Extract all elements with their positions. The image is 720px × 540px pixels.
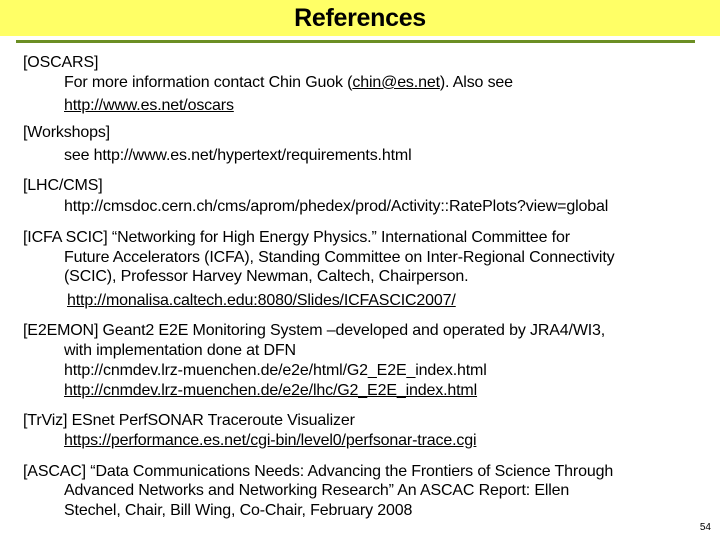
ref-icfa-line2: Future Accelerators (ICFA), Standing Com… [64, 249, 615, 266]
slide-title: References [294, 4, 426, 32]
ref-oscars-contact-post: ). Also see [439, 74, 513, 91]
title-divider [16, 40, 695, 43]
ref-ascac-line1: [ASCAC] “Data Communications Needs: Adva… [23, 463, 614, 480]
ref-lhc-tag: [LHC/CMS] [23, 177, 103, 194]
ref-oscars-url-link[interactable]: http://www.es.net/oscars [64, 96, 234, 116]
ref-icfa-line1: [ICFA SCIC] “Networking for High Energy … [23, 229, 570, 246]
ref-icfa-line3: (SCIC), Professor Harvey Newman, Caltech… [64, 268, 469, 285]
ref-icfa-url-link[interactable]: http://monalisa.caltech.edu:8080/Slides/… [67, 291, 456, 311]
ref-e2emon-url1: http://cnmdev.lrz-muenchen.de/e2e/html/G… [64, 362, 487, 379]
ref-e2emon-line2: with implementation done at DFN [64, 342, 296, 359]
ref-trviz-line1: [TrViz] ESnet PerfSONAR Traceroute Visua… [23, 412, 355, 429]
ref-workshops-text: see http://www.es.net/hypertext/requirem… [64, 147, 412, 164]
ref-trviz-url-link[interactable]: https://performance.es.net/cgi-bin/level… [64, 431, 477, 451]
ref-oscars-contact: For more information contact Chin Guok (… [64, 73, 513, 93]
page-number: 54 [699, 522, 711, 533]
ref-oscars-contact-pre: For more information contact Chin Guok ( [64, 74, 353, 91]
ref-oscars-email-link[interactable]: chin@es.net [352, 74, 440, 91]
ref-lhc-url: http://cmsdoc.cern.ch/cms/aprom/phedex/p… [64, 198, 609, 215]
ref-e2emon-url2-link[interactable]: http://cnmdev.lrz-muenchen.de/e2e/lhc/G2… [64, 381, 477, 401]
ref-e2emon-line1: [E2EMON] Geant2 E2E Monitoring System –d… [23, 322, 606, 339]
ref-ascac-line2: Advanced Networks and Networking Researc… [64, 482, 570, 499]
ref-ascac-line3: Stechel, Chair, Bill Wing, Co-Chair, Feb… [64, 502, 413, 519]
ref-oscars-tag: [OSCARS] [23, 54, 99, 71]
ref-workshops-tag: [Workshops] [23, 124, 110, 141]
